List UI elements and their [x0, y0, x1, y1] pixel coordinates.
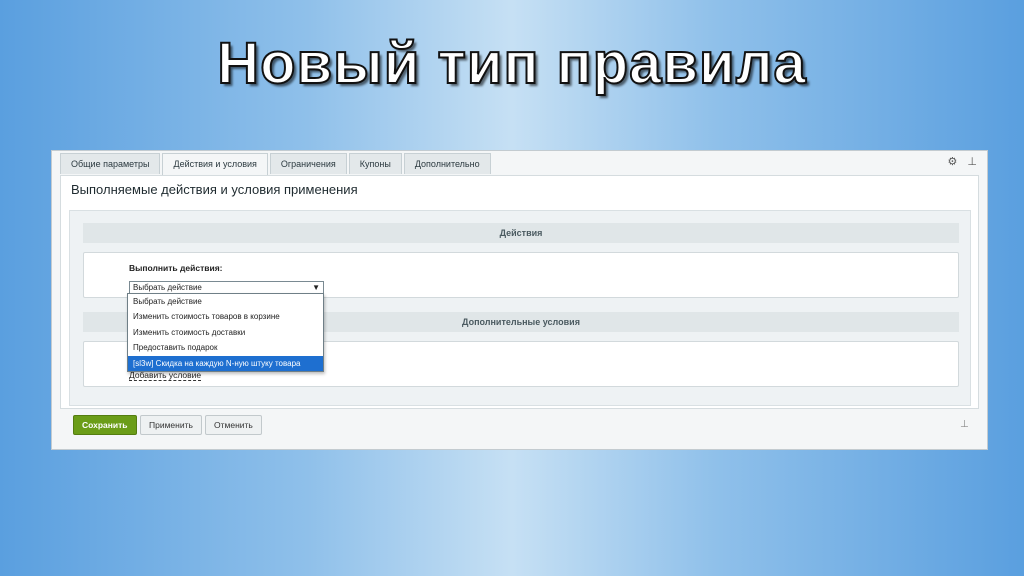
tab-additional[interactable]: Дополнительно	[403, 153, 491, 174]
tab-tools: ⚙ ⊥	[948, 155, 977, 168]
action-dropdown-list: Выбрать действие Изменить стоимость това…	[127, 293, 324, 372]
pin-icon[interactable]: ⊥	[960, 419, 969, 430]
pin-icon[interactable]: ⊥	[967, 155, 977, 168]
gear-icon[interactable]: ⚙	[948, 155, 958, 168]
tab-actions-conditions[interactable]: Действия и условия	[162, 153, 268, 176]
tab-coupons[interactable]: Купоны	[348, 153, 402, 174]
cancel-button[interactable]: Отменить	[205, 415, 262, 435]
tab-content: Выполняемые действия и условия применени…	[60, 175, 979, 409]
actions-box: Выполнить действия: Выбрать действие ▼	[83, 252, 959, 298]
actions-bar: Действия	[83, 223, 959, 243]
slide-title: Новый тип правила	[216, 30, 807, 97]
section-heading: Выполняемые действия и условия применени…	[71, 182, 358, 197]
dropdown-option[interactable]: Изменить стоимость доставки	[128, 325, 323, 340]
action-select-value: Выбрать действие	[133, 283, 202, 292]
dropdown-option[interactable]: Выбрать действие	[128, 294, 323, 309]
dropdown-option[interactable]: Изменить стоимость товаров в корзине	[128, 309, 323, 324]
dropdown-option[interactable]: Предоставить подарок	[128, 340, 323, 355]
tab-general[interactable]: Общие параметры	[60, 153, 161, 174]
apply-button[interactable]: Применить	[140, 415, 202, 435]
tab-restrictions[interactable]: Ограничения	[269, 153, 347, 174]
tab-bar: Общие параметры Действия и условия Огран…	[60, 153, 493, 176]
save-button[interactable]: Сохранить	[73, 415, 137, 435]
actions-label: Выполнить действия:	[129, 263, 223, 273]
dropdown-option-highlighted[interactable]: [sl3w] Скидка на каждую N-ную штуку това…	[128, 355, 323, 371]
